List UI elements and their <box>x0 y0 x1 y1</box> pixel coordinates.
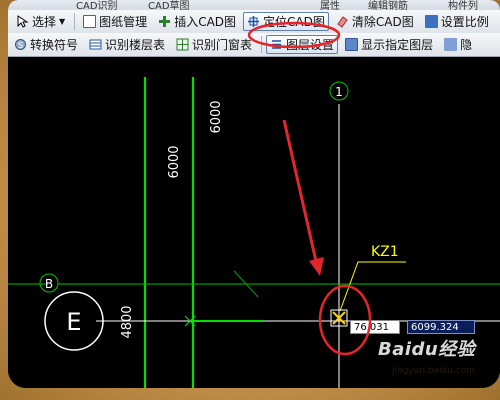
locate-crosshair-icon <box>247 15 260 28</box>
cad-layer-icon <box>345 38 359 51</box>
baidu-watermark-url: jingyan.baidu.com <box>392 366 476 376</box>
drawing-sheet-icon <box>83 15 97 28</box>
floor-table-icon <box>89 38 102 51</box>
dimension-6000-b: 6000 <box>209 100 224 133</box>
insert-cad-label: 插入CAD图 <box>174 15 237 29</box>
hide-layer-icon <box>444 38 458 51</box>
axis-label-e: E <box>66 308 81 336</box>
screenshot-frame: CAD识别 CAD草图 属性 编辑钢筋 构件列 选择 ▼ 图纸管理 插入CAD图… <box>0 0 500 400</box>
insert-plus-icon <box>158 15 171 28</box>
axis-label-1: 1 <box>335 85 343 99</box>
coordinate-x-input[interactable]: 76.031 <box>350 320 400 334</box>
convert-symbol-label: 转换符号 <box>30 38 79 52</box>
chevron-down-icon: ▼ <box>59 17 66 26</box>
hide-layer-button[interactable]: 隐 <box>440 35 476 54</box>
set-scale-label: 设置比例 <box>440 15 489 29</box>
identify-door-window-label: 识别门窗表 <box>192 38 253 52</box>
baidu-watermark: Baidu经验 <box>378 339 476 360</box>
select-button[interactable]: 选择 ▼ <box>12 12 69 31</box>
clear-cad-label: 清除CAD图 <box>351 15 414 29</box>
identify-floor-table-label: 识别楼层表 <box>105 38 166 52</box>
door-window-icon <box>176 38 189 51</box>
axis-label-b: B <box>45 277 53 291</box>
scale-ruler-icon <box>424 15 438 28</box>
locate-cad-button[interactable]: 定位CAD图 <box>243 12 329 31</box>
app-window: CAD识别 CAD草图 属性 编辑钢筋 构件列 选择 ▼ 图纸管理 插入CAD图… <box>8 0 500 388</box>
layer-settings-label: 图层设置 <box>286 38 335 52</box>
show-specified-layer-button[interactable]: 显示指定图层 <box>341 35 437 54</box>
cad-toolbar-row-1: 选择 ▼ 图纸管理 插入CAD图 定位CAD图 清除CAD图 设置比例 <box>8 10 500 34</box>
locate-cad-label: 定位CAD图 <box>263 15 325 29</box>
dimension-6000-a: 6000 <box>167 145 182 178</box>
convert-symbol-button[interactable]: S 转换符号 <box>10 35 82 54</box>
select-label: 选择 <box>32 15 57 29</box>
toolbar-divider <box>74 13 76 30</box>
cad-toolbar-row-2: S 转换符号 识别楼层表 识别门窗表 图层设置 显示指定图层 隐 <box>8 33 500 57</box>
hide-layer-label: 隐 <box>460 38 473 52</box>
column-leader-line <box>339 261 406 312</box>
coordinate-y-input[interactable]: 6099.324 <box>407 320 475 334</box>
layer-settings-button[interactable]: 图层设置 <box>266 35 339 54</box>
drawing-management-label: 图纸管理 <box>99 15 148 29</box>
layers-icon <box>270 38 283 51</box>
clear-cad-button[interactable]: 清除CAD图 <box>332 12 418 31</box>
insert-cad-button[interactable]: 插入CAD图 <box>154 12 240 31</box>
identify-door-window-button[interactable]: 识别门窗表 <box>172 35 256 54</box>
set-scale-button[interactable]: 设置比例 <box>421 12 493 31</box>
identify-floor-table-button[interactable]: 识别楼层表 <box>85 35 169 54</box>
cursor-arrow-icon <box>16 15 29 28</box>
symbol-convert-icon: S <box>14 38 27 51</box>
column-label-kz1: KZ1 <box>371 244 399 260</box>
show-specified-layer-label: 显示指定图层 <box>361 38 434 52</box>
svg-text:S: S <box>18 41 23 50</box>
dimension-4800: 4800 <box>120 305 135 338</box>
drawing-management-button[interactable]: 图纸管理 <box>79 12 151 31</box>
toolbar-divider <box>261 36 263 53</box>
eraser-icon <box>336 15 349 28</box>
